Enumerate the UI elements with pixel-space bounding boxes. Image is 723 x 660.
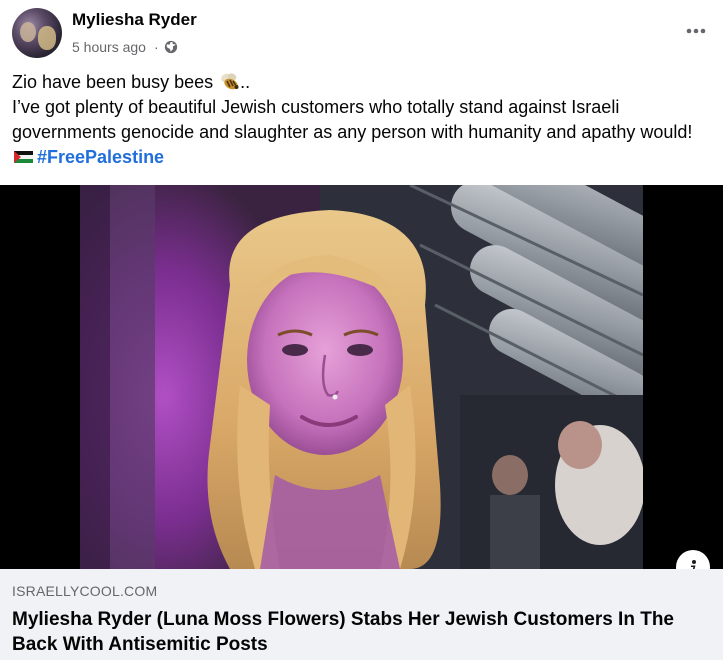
avatar[interactable] (12, 8, 62, 58)
preview-title[interactable]: Myliesha Ryder (Luna Moss Flowers) Stabs… (12, 607, 712, 657)
post-text-line1-suffix: .. (240, 72, 251, 92)
link-preview[interactable]: ISRAELLYCOOL.COM Myliesha Ryder (Luna Mo… (0, 185, 723, 660)
timestamp[interactable]: 5 hours ago (72, 38, 146, 56)
info-button[interactable] (676, 550, 710, 569)
globe-icon[interactable] (164, 40, 178, 54)
meta-separator: · (153, 39, 159, 55)
preview-photo (80, 185, 643, 569)
post-text-line2: I’ve got plenty of beautiful Jewish cust… (12, 95, 712, 170)
bee-icon (220, 73, 240, 91)
palestine-flag-icon (14, 145, 33, 163)
preview-domain: ISRAELLYCOOL.COM (12, 583, 158, 599)
post-text: Zio have been busy bees .. I’ve got plen… (12, 70, 712, 170)
more-options-button[interactable] (681, 16, 711, 46)
preview-caption[interactable]: ISRAELLYCOOL.COM Myliesha Ryder (Luna Mo… (0, 569, 723, 660)
info-icon (691, 560, 696, 569)
post-text-line1: Zio have been busy bees .. (12, 70, 712, 95)
post-text-line1-prefix: Zio have been busy bees (12, 72, 214, 92)
post-header: Myliesha Ryder 5 hours ago · (0, 0, 723, 66)
more-options-icon (686, 28, 706, 34)
post-meta: 5 hours ago · (72, 37, 178, 57)
post-text-body: I’ve got plenty of beautiful Jewish cust… (12, 97, 693, 142)
hashtag-link[interactable]: #FreePalestine (37, 147, 164, 167)
author-name[interactable]: Myliesha Ryder (72, 10, 197, 30)
preview-image[interactable] (0, 185, 723, 569)
